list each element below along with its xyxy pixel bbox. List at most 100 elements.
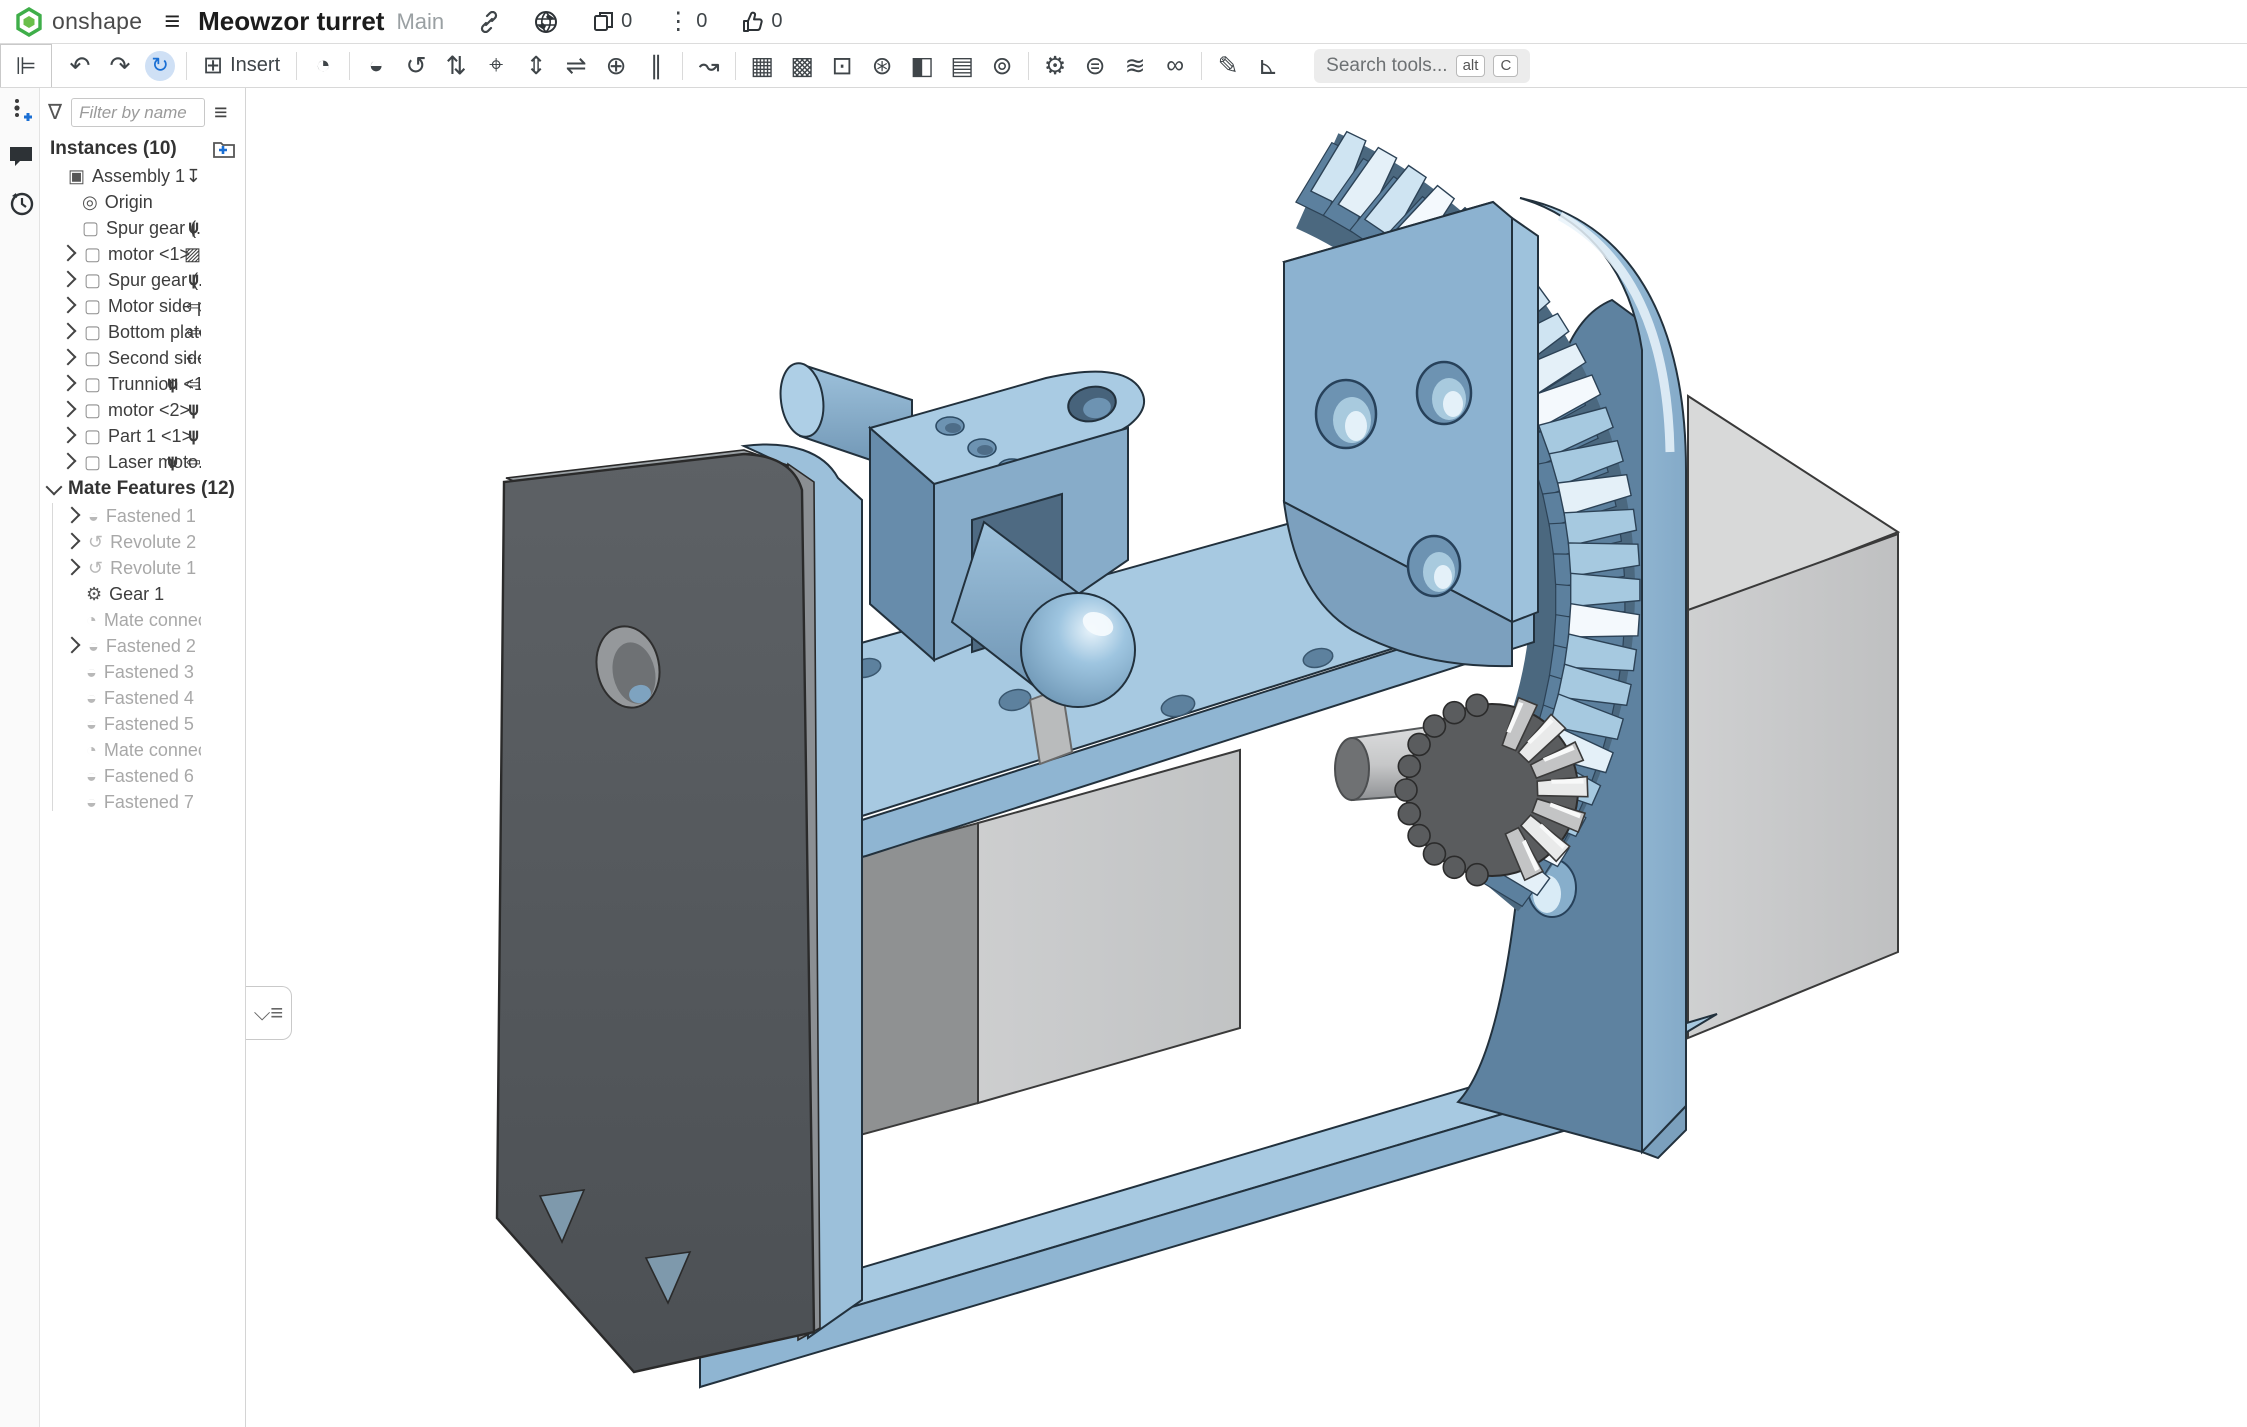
mate-feature-row[interactable]: ◒Fastened 2 [40,633,245,659]
3d-assembly-canvas[interactable] [246,88,2247,1427]
drawing-button[interactable]: ✎ [1208,48,1248,84]
instance-row[interactable]: ▢Motor side piec...⇦ [40,293,245,319]
mate-feature-row[interactable]: ◒Fastened 7 [40,789,245,815]
mate-feature-label: Mate connector 2 [104,740,201,761]
revolute-mate-button[interactable]: ↺ [396,48,436,84]
mate-connector-button[interactable]: ◔ [303,48,343,84]
bom-table-button[interactable]: ▤ [942,48,982,84]
public-globe-button[interactable] [534,10,558,34]
right-motor-block[interactable] [1688,396,1898,1038]
belt-relation-button[interactable]: ∞ [1155,48,1195,84]
expand-chevron-icon[interactable] [64,507,81,524]
group-button[interactable]: ▦ [742,48,782,84]
chevron-spacer [64,612,78,626]
pin-slot-mate-button[interactable]: ⇌ [556,48,596,84]
redo-button[interactable]: ↷ [100,48,140,84]
main-menu-icon[interactable]: ≡ [164,6,180,37]
instance-row[interactable]: ▢Second side be...⇠ [40,345,245,371]
cylindrical-mate-button[interactable]: ⇕ [516,48,556,84]
expand-chevron-icon[interactable] [60,297,77,314]
mate-feature-row[interactable]: ◒Fastened 6 [40,763,245,789]
expand-chevron-icon[interactable] [60,349,77,366]
named-positions-button[interactable]: ⊡ [822,48,862,84]
globe-icon [534,10,558,34]
mate-feature-row[interactable]: ◒Fastened 5 [40,711,245,737]
turret-upright-plate[interactable] [1284,202,1538,666]
expand-chevron-icon[interactable] [60,271,77,288]
mate-feature-label: Revolute 2 [110,532,196,553]
panel-collapse-flap[interactable]: ⌵≡ [246,986,292,1040]
share-link-button[interactable] [478,11,500,33]
copies-button[interactable]: 0 [592,10,632,33]
mate-feature-row[interactable]: ↺Revolute 1 [40,555,245,581]
comments-icon[interactable] [8,144,32,168]
mate-features-header[interactable]: Mate Features (12) [40,475,245,503]
toolbar-divider [186,52,187,80]
instance-row[interactable]: ▢Trunnion <1>⋔⇦ [40,371,245,397]
expand-chevron-icon[interactable] [64,533,81,550]
mate-feature-row[interactable]: ◔Mate connector 2 [40,737,245,763]
gear-relation-button[interactable]: ⚙ [1035,48,1075,84]
expand-chevron-icon[interactable] [60,401,77,418]
fastened-mate-button[interactable]: ◒ [356,48,396,84]
instance-row[interactable]: ▢Spur gear (...⋔ [40,215,245,241]
instance-row[interactable]: ▢Bottom plate <...⇦ [40,319,245,345]
insert-button[interactable]: ⊞Insert [193,51,290,80]
rack-pinion-relation-button[interactable]: ⊜ [1075,48,1115,84]
chevron-spacer [64,664,78,678]
assembly-structure-button[interactable]: ⊫ [0,44,52,87]
appearance-button[interactable]: ⊚ [982,48,1022,84]
ball-mate-button[interactable]: ⊕ [596,48,636,84]
assembly-icon: ▣ [68,166,85,187]
insert-instance-icon[interactable] [213,140,235,158]
instance-row[interactable]: ◎Origin [40,189,245,215]
expand-chevron-icon[interactable] [60,453,77,470]
screw-relation-button[interactable]: ≋ [1115,48,1155,84]
mate-feature-row[interactable]: ◒Fastened 3 [40,659,245,685]
planar-mate-button[interactable]: ⌖ [476,48,516,84]
slider-mate-button[interactable]: ⇅ [436,48,476,84]
filter-icon[interactable]: ∇ [48,100,62,125]
fastened-icon: ◒ [88,636,99,657]
instance-label: motor <1> [108,244,190,265]
expand-chevron-icon[interactable] [64,637,81,654]
versions-button[interactable]: ⋮ 0 [666,10,707,33]
graphics-viewport[interactable]: ⌵≡ [246,88,2247,1427]
instance-row[interactable]: ▢Spur gear (...⋔ [40,267,245,293]
expand-chevron-icon[interactable] [60,427,77,444]
undo-button[interactable]: ↶ [60,48,100,84]
instance-row[interactable]: ▢Laser moto...⋔⇦ [40,449,245,475]
mate-feature-row[interactable]: ↺Revolute 2 [40,529,245,555]
instance-row[interactable]: ▢motor <2>⋔ [40,397,245,423]
second-side-plate[interactable] [497,450,820,1372]
version-dots-icon: ⋮ [666,12,690,32]
expand-chevron-icon[interactable] [60,323,77,340]
instance-row[interactable]: ▣Assembly 1↧ [40,163,245,189]
expand-chevron-icon[interactable] [60,245,77,262]
list-view-icon[interactable]: ≡ [214,99,227,126]
explode-view-button[interactable]: ⊛ [862,48,902,84]
mate-feature-row[interactable]: ⚙Gear 1 [40,581,245,607]
likes-button[interactable]: 0 [741,10,782,34]
instance-row[interactable]: ▢Part 1 <1>⋔ [40,423,245,449]
search-tools-button[interactable]: Search tools... alt C [1314,49,1530,83]
parallel-mate-button[interactable]: ∥ [636,48,676,84]
onshape-logo[interactable]: onshape [14,7,142,37]
tangent-mate-button[interactable]: ↝ [689,48,729,84]
mate-feature-row[interactable]: ◔Mate connector 1 [40,607,245,633]
chevron-spacer [64,586,78,600]
mate-feature-label: Fastened 3 [104,662,194,683]
mate-feature-row[interactable]: ◒Fastened 4 [40,685,245,711]
expand-chevron-icon[interactable] [60,375,77,392]
add-element-icon[interactable] [8,98,32,122]
expand-chevron-icon[interactable] [64,559,81,576]
workspace-name[interactable]: Main [396,9,444,35]
history-icon[interactable] [8,190,32,214]
mate-feature-row[interactable]: ◒Fastened 1 [40,503,245,529]
filter-input[interactable] [71,98,205,127]
display-states-button[interactable]: ◧ [902,48,942,84]
replicate-button[interactable]: ▩ [782,48,822,84]
rollback-sync-button[interactable]: ↻ [145,51,175,81]
instance-row[interactable]: ▢motor <1>▨ [40,241,245,267]
measure-button[interactable]: ⊾ [1248,48,1288,84]
